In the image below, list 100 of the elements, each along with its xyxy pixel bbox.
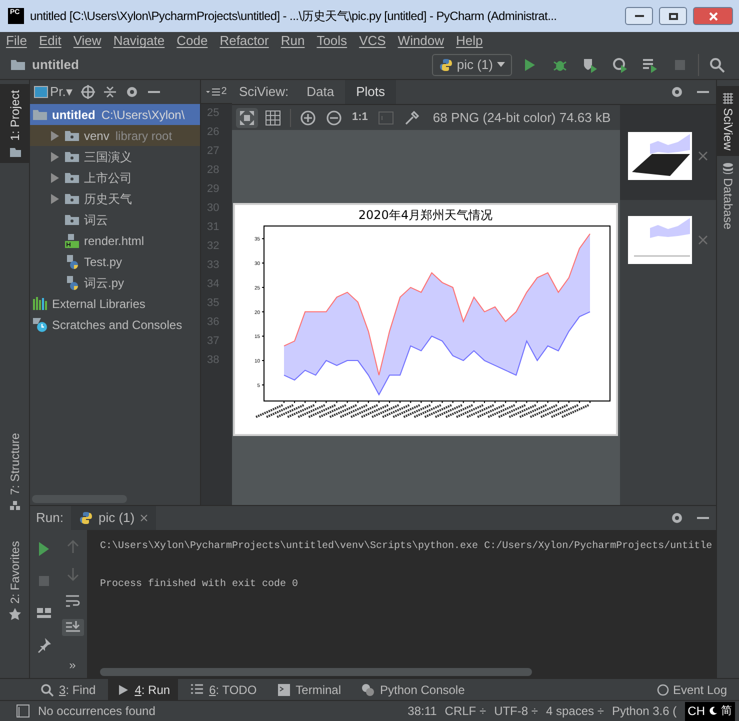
tool-window-tab[interactable]: 7: Structure bbox=[0, 427, 29, 518]
actual-size-button[interactable]: 1:1 bbox=[349, 109, 371, 126]
project-name[interactable]: untitled bbox=[32, 54, 426, 74]
shield-run-icon[interactable] bbox=[582, 56, 598, 72]
python-icon bbox=[79, 511, 94, 525]
menu-item[interactable]: Edit bbox=[38, 31, 62, 51]
tool-window-tab[interactable]: 1: Project bbox=[0, 84, 29, 163]
expand-arrow-icon[interactable] bbox=[50, 172, 60, 182]
menu-item[interactable]: Help bbox=[456, 31, 483, 51]
settings-icon[interactable] bbox=[670, 85, 684, 99]
clock-run-icon[interactable] bbox=[612, 56, 628, 72]
menu-item[interactable]: Navigate bbox=[113, 31, 165, 51]
tree-item[interactable]: 历史天气 bbox=[30, 188, 200, 209]
status-message: No occurrences found bbox=[38, 703, 156, 720]
status-item[interactable]: CRLF ÷ bbox=[444, 702, 486, 720]
expand-arrow-icon[interactable] bbox=[50, 152, 60, 162]
menu-item[interactable]: File bbox=[6, 31, 27, 51]
window-title: untitled [C:\Users\Xylon\PycharmProjects\untitled] - ...\历史天气\pic.py [untitled] - PyCharm (Administrat... bbox=[30, 8, 558, 25]
tab-list-button[interactable]: 2 bbox=[201, 80, 232, 104]
console-line: C:\Users\Xylon\PycharmProjects\untitled\venv\Scripts\python.exe C:/Users/Xylon/PycharmProjects/untitle bbox=[100, 540, 714, 554]
tool-window-tab[interactable]: SciView bbox=[717, 86, 739, 156]
status-item[interactable]: UTF-8 ÷ bbox=[494, 702, 538, 720]
tree-item[interactable]: External Libraries bbox=[30, 293, 200, 314]
settings-icon[interactable] bbox=[670, 511, 684, 525]
event-log-button[interactable]: Event Log bbox=[656, 680, 727, 698]
plot-thumbnail[interactable] bbox=[628, 216, 692, 264]
tree-item[interactable]: untitled C:\Users\Xylon\ bbox=[30, 104, 200, 125]
tree-item[interactable]: 上市公司 bbox=[30, 167, 200, 188]
python-file-icon bbox=[64, 274, 80, 290]
menu-item[interactable]: View bbox=[73, 31, 102, 51]
tree-item[interactable]: 词云 bbox=[30, 209, 200, 230]
python-icon bbox=[438, 58, 453, 72]
caret-icon bbox=[497, 62, 505, 67]
maximize-button[interactable] bbox=[659, 7, 687, 25]
tree-item[interactable]: 三国演义 bbox=[30, 146, 200, 167]
more-button[interactable]: » bbox=[69, 656, 76, 674]
view-tab[interactable]: Data bbox=[296, 80, 346, 104]
console-icon bbox=[361, 682, 376, 696]
menu-item[interactable]: Refactor bbox=[220, 31, 269, 51]
html-file-icon bbox=[64, 232, 80, 248]
close-icon[interactable] bbox=[698, 150, 708, 160]
tool-window-tab[interactable]: 3: Find bbox=[32, 679, 104, 700]
ime-language[interactable]: 简 bbox=[721, 702, 732, 720]
grid-icon[interactable] bbox=[265, 110, 281, 126]
ime-mode[interactable]: CH bbox=[688, 702, 705, 720]
view-tab[interactable]: Plots bbox=[345, 80, 396, 104]
moon-icon bbox=[708, 706, 718, 716]
menu-item[interactable]: VCS bbox=[359, 31, 386, 51]
status-item[interactable]: 4 spaces ÷ bbox=[546, 702, 604, 720]
list-run-icon[interactable] bbox=[642, 56, 658, 72]
expand-arrow-icon[interactable] bbox=[50, 194, 60, 204]
close-icon[interactable] bbox=[140, 514, 148, 522]
collapse-icon[interactable] bbox=[102, 85, 117, 99]
status-item[interactable]: 38:11 bbox=[408, 702, 437, 720]
menu-item[interactable]: Tools bbox=[316, 31, 348, 51]
chart-title: 2020年4月郑州天气情况 bbox=[358, 207, 493, 223]
scrollbar[interactable] bbox=[100, 668, 532, 676]
close-button[interactable] bbox=[693, 7, 733, 25]
tool-window-tab[interactable]: 6: TODO bbox=[182, 679, 265, 700]
search-icon[interactable] bbox=[709, 56, 725, 72]
status-item[interactable]: Python 3.6 ( bbox=[612, 702, 677, 720]
terminal-icon bbox=[276, 682, 291, 696]
minimize-button[interactable] bbox=[625, 7, 653, 25]
tree-item[interactable]: Scratches and Consoles bbox=[30, 314, 200, 335]
menu-item[interactable]: Run bbox=[280, 31, 305, 51]
find-icon bbox=[40, 682, 54, 696]
zoom-in-icon[interactable] bbox=[300, 110, 316, 126]
menu-item[interactable]: Window bbox=[398, 31, 444, 51]
panel-icon[interactable] bbox=[16, 704, 30, 718]
tree-item[interactable]: venv library root bbox=[30, 125, 200, 146]
project-view-dropdown[interactable]: Pr.▾ bbox=[34, 82, 73, 102]
tree-item[interactable]: 词云.py bbox=[30, 272, 200, 293]
menu-item[interactable]: Code bbox=[176, 31, 208, 51]
wrap-icon[interactable] bbox=[64, 592, 80, 608]
tool-window-tab[interactable]: 2: Favorites bbox=[0, 535, 29, 626]
tree-item[interactable]: render.html bbox=[30, 230, 200, 251]
console-line: Process finished with exit code 0 bbox=[100, 578, 300, 592]
fit-icon[interactable] bbox=[239, 110, 255, 126]
thumbnail-card[interactable] bbox=[620, 105, 716, 200]
tool-window-tab[interactable]: Python Console bbox=[353, 679, 473, 700]
expand-arrow-icon[interactable] bbox=[50, 130, 60, 140]
panel-title: SciView: bbox=[238, 83, 290, 102]
libraries-icon bbox=[32, 296, 48, 312]
eyedropper-icon[interactable] bbox=[404, 110, 420, 126]
window-icon bbox=[34, 86, 48, 98]
run-tab[interactable]: pic (1) bbox=[71, 506, 156, 530]
run-config-dropdown[interactable]: pic (1) bbox=[432, 54, 512, 76]
crosshair-icon[interactable] bbox=[80, 85, 95, 99]
speech-bubble-icon bbox=[656, 684, 669, 696]
tool-window-tab[interactable]: Terminal bbox=[268, 679, 350, 700]
tool-window-tab[interactable]: 4: Run bbox=[108, 679, 178, 700]
zoom-out-icon[interactable] bbox=[326, 110, 342, 126]
layout-icon[interactable] bbox=[36, 605, 52, 621]
tool-window-tab[interactable]: Database bbox=[717, 156, 739, 236]
structure-icon bbox=[8, 499, 20, 512]
plot-thumbnail[interactable] bbox=[628, 132, 692, 180]
settings-icon[interactable] bbox=[124, 85, 139, 99]
pin-icon[interactable] bbox=[36, 637, 52, 653]
tree-item[interactable]: Test.py bbox=[30, 251, 200, 272]
run-label: Run: bbox=[36, 509, 64, 528]
